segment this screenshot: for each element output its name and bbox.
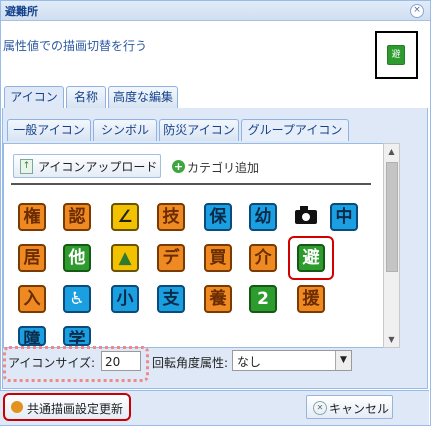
kanji-icon-8[interactable]: デ [157,244,185,272]
cancel-button[interactable]: ✕ キャンセル [306,395,393,419]
close-icon[interactable]: × [410,4,424,18]
kanji-icon-17[interactable]: 学 [63,326,91,346]
icon-upload-label: アイコンアップロード [38,160,158,174]
kanji-icon-16[interactable]: 障 [18,326,46,346]
paint-icon [11,401,23,413]
main-tabs: アイコン 名称 高度な編集 [2,84,428,109]
kanji-icon-4[interactable]: 保 [204,203,232,231]
kanji-icon-10[interactable]: 介 [249,244,277,272]
kanji-icon-1[interactable]: 権 [18,203,46,231]
kanji-icon-15[interactable]: 援 [297,285,325,313]
icon-list-scrollbar[interactable]: ▲ ▼ [383,143,400,348]
icon-upload-button[interactable]: ↑ アイコンアップロード [13,154,161,178]
kanji-icon-6[interactable]: 中 [330,203,358,231]
mountain-icon[interactable]: ▲ [111,244,139,272]
window-title: 避難所 [5,5,38,18]
kanji-icon-9[interactable]: 買 [204,244,232,272]
kanji-icon-2[interactable]: 認 [63,203,91,231]
evacuation-shelter-icon: 避 [387,45,405,65]
tab-general-icons[interactable]: 一般アイコン [7,119,91,141]
rotation-value: なし [237,355,262,369]
cancel-icon: ✕ [313,401,327,415]
scroll-up-icon[interactable]: ▲ [384,144,399,159]
title-bar[interactable]: 避難所 × [1,1,430,21]
icon-preview: 避 [375,31,418,79]
kanji-icon-7[interactable]: 居 [18,244,46,272]
rotation-select[interactable]: なし ▼ [232,350,352,371]
kanji-icon-14[interactable]: 養 [204,285,232,313]
add-icon: + [172,160,185,173]
icon-size-input[interactable]: 20 [101,351,141,371]
tab-disaster-icons[interactable]: 防災アイコン [159,119,239,141]
tab-symbols[interactable]: シンボル [93,119,157,141]
tab-icon[interactable]: アイコン [4,86,64,108]
icon-size-label: アイコンサイズ: [8,356,96,370]
update-label: 共通描画設定更新 [27,402,124,416]
scroll-down-icon[interactable]: ▼ [384,332,399,347]
kanji-icon-13[interactable]: 支 [157,285,185,313]
update-button[interactable]: 共通描画設定更新 [3,393,131,421]
kanji-icon-11[interactable]: 入 [18,285,46,313]
icon-category-tabs: 一般アイコン シンボル 防災アイコン グループアイコン [3,117,423,141]
shelter-icon-2[interactable]: 2 [249,285,277,313]
shelter-icon[interactable]: 避 [297,244,325,272]
tab-name[interactable]: 名称 [66,86,106,108]
rotation-label: 回転角度属性: [152,356,229,370]
tab-advanced-edit[interactable]: 高度な編集 [108,86,178,108]
wheelchair-icon[interactable]: ♿ [63,285,91,313]
divider [11,183,371,185]
camera-icon[interactable] [295,206,317,224]
kanji-icon-3[interactable]: 技 [157,203,185,231]
kanji-icon-5[interactable]: 幼 [249,203,277,231]
chevron-down-icon[interactable]: ▼ [335,351,351,370]
tab-group-icons[interactable]: グループアイコン [241,119,349,141]
category-add-label: カテゴリ追加 [187,161,260,175]
upload-icon: ↑ [20,159,33,174]
cancel-label: キャンセル [329,402,390,416]
other-icon[interactable]: 他 [63,244,91,272]
kanji-icon-12[interactable]: 小 [111,285,139,313]
description-text: 属性値での描画切替を行う [3,39,148,53]
scrollbar-thumb[interactable] [386,162,398,272]
notice-icon[interactable]: ∠ [111,203,139,231]
